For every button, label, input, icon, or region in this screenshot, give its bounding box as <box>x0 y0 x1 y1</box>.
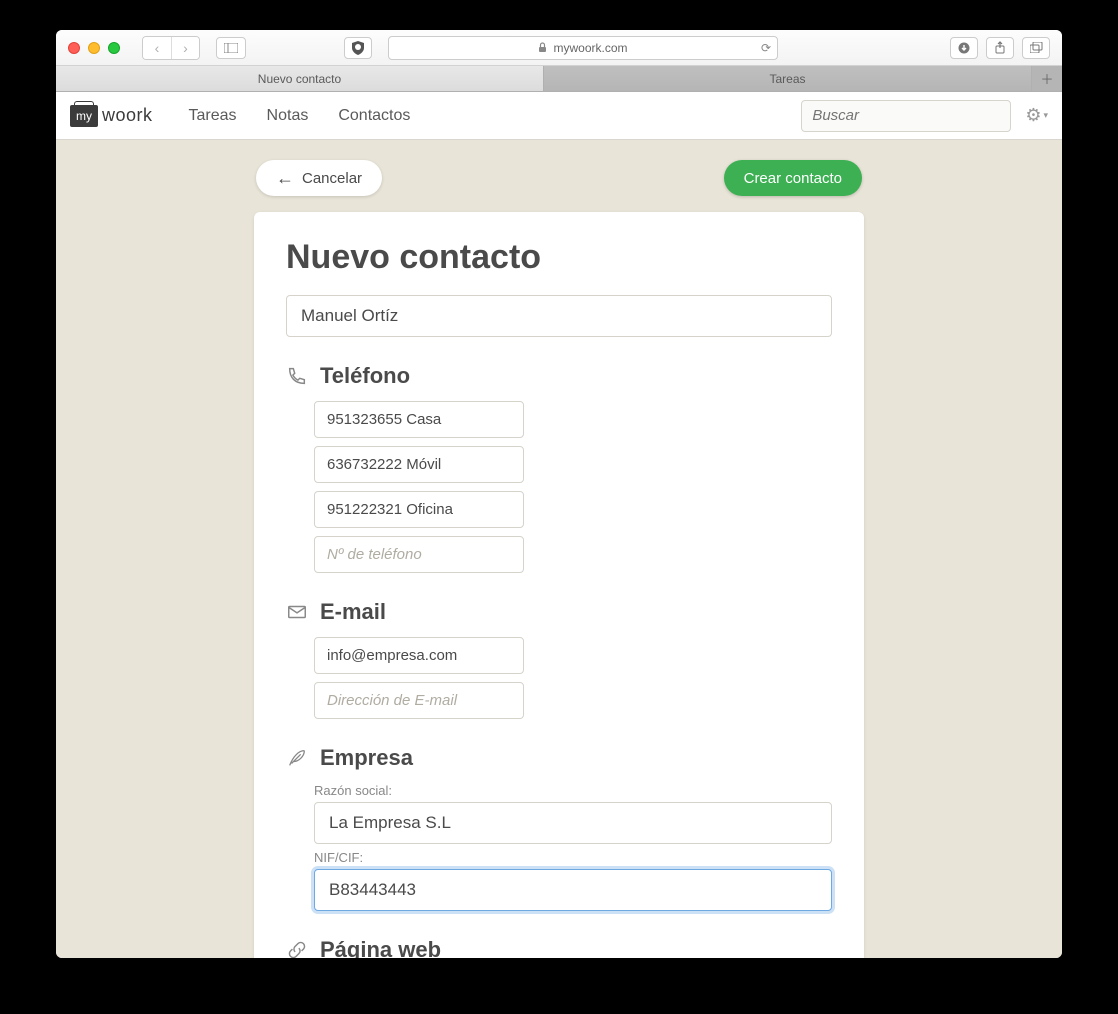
email-icon <box>286 601 308 623</box>
nav-link-contactos[interactable]: Contactos <box>338 107 410 125</box>
razon-social-input[interactable] <box>314 802 832 844</box>
form-card: Nuevo contacto Teléfono <box>254 212 864 958</box>
phone-input[interactable] <box>314 446 524 483</box>
section-title-company: Empresa <box>320 745 413 771</box>
minimize-window-icon[interactable] <box>88 42 100 54</box>
link-icon <box>286 939 308 958</box>
gear-icon: ⚙ <box>1025 105 1041 126</box>
create-contact-button[interactable]: Crear contacto <box>724 160 862 196</box>
email-input-empty[interactable] <box>314 682 524 719</box>
cancel-label: Cancelar <box>302 170 362 187</box>
sidebar-toggle-icon[interactable] <box>216 37 246 59</box>
privacy-shield-icon[interactable] <box>344 37 372 59</box>
phone-icon <box>286 365 308 387</box>
logo-text: woork <box>102 105 153 126</box>
phone-input[interactable] <box>314 491 524 528</box>
section-title-email: E-mail <box>320 599 386 625</box>
browser-tabbar: Nuevo contacto Tareas ＋ <box>56 66 1062 92</box>
phone-input[interactable] <box>314 401 524 438</box>
arrow-left-icon: ← <box>276 169 294 187</box>
new-tab-button[interactable]: ＋ <box>1032 66 1062 91</box>
search-input[interactable] <box>801 100 1011 132</box>
maximize-window-icon[interactable] <box>108 42 120 54</box>
url-bar[interactable]: mywoork.com ⟳ <box>388 36 778 60</box>
tabs-icon[interactable] <box>1022 37 1050 59</box>
app-navbar: my woork Tareas Notas Contactos ⚙▾ <box>56 92 1062 140</box>
phone-input-empty[interactable] <box>314 536 524 573</box>
close-window-icon[interactable] <box>68 42 80 54</box>
download-icon[interactable] <box>950 37 978 59</box>
nav-link-tareas[interactable]: Tareas <box>189 107 237 125</box>
back-button[interactable]: ‹ <box>143 37 171 59</box>
reload-icon[interactable]: ⟳ <box>761 41 771 55</box>
section-title-phone: Teléfono <box>320 363 410 389</box>
browser-tab[interactable]: Nuevo contacto <box>56 66 544 91</box>
razon-social-label: Razón social: <box>314 783 832 798</box>
lock-icon <box>538 42 547 53</box>
page-title: Nuevo contacto <box>286 238 832 277</box>
url-text: mywoork.com <box>553 41 627 55</box>
feather-icon <box>286 747 308 769</box>
nav-link-notas[interactable]: Notas <box>267 107 309 125</box>
cancel-button[interactable]: ← Cancelar <box>256 160 382 196</box>
email-input[interactable] <box>314 637 524 674</box>
browser-tab[interactable]: Tareas <box>544 66 1032 91</box>
section-title-web: Página web <box>320 937 441 958</box>
chevron-down-icon: ▾ <box>1043 110 1048 121</box>
forward-button[interactable]: › <box>171 37 199 59</box>
share-icon[interactable] <box>986 37 1014 59</box>
logo-icon: my <box>70 105 98 127</box>
nif-cif-input[interactable] <box>314 869 832 911</box>
contact-name-input[interactable] <box>286 295 832 337</box>
browser-titlebar: ‹ › mywoork.com ⟳ <box>56 30 1062 66</box>
nif-cif-label: NIF/CIF: <box>314 850 832 865</box>
logo[interactable]: my woork <box>70 105 153 127</box>
settings-menu[interactable]: ⚙▾ <box>1025 105 1048 126</box>
